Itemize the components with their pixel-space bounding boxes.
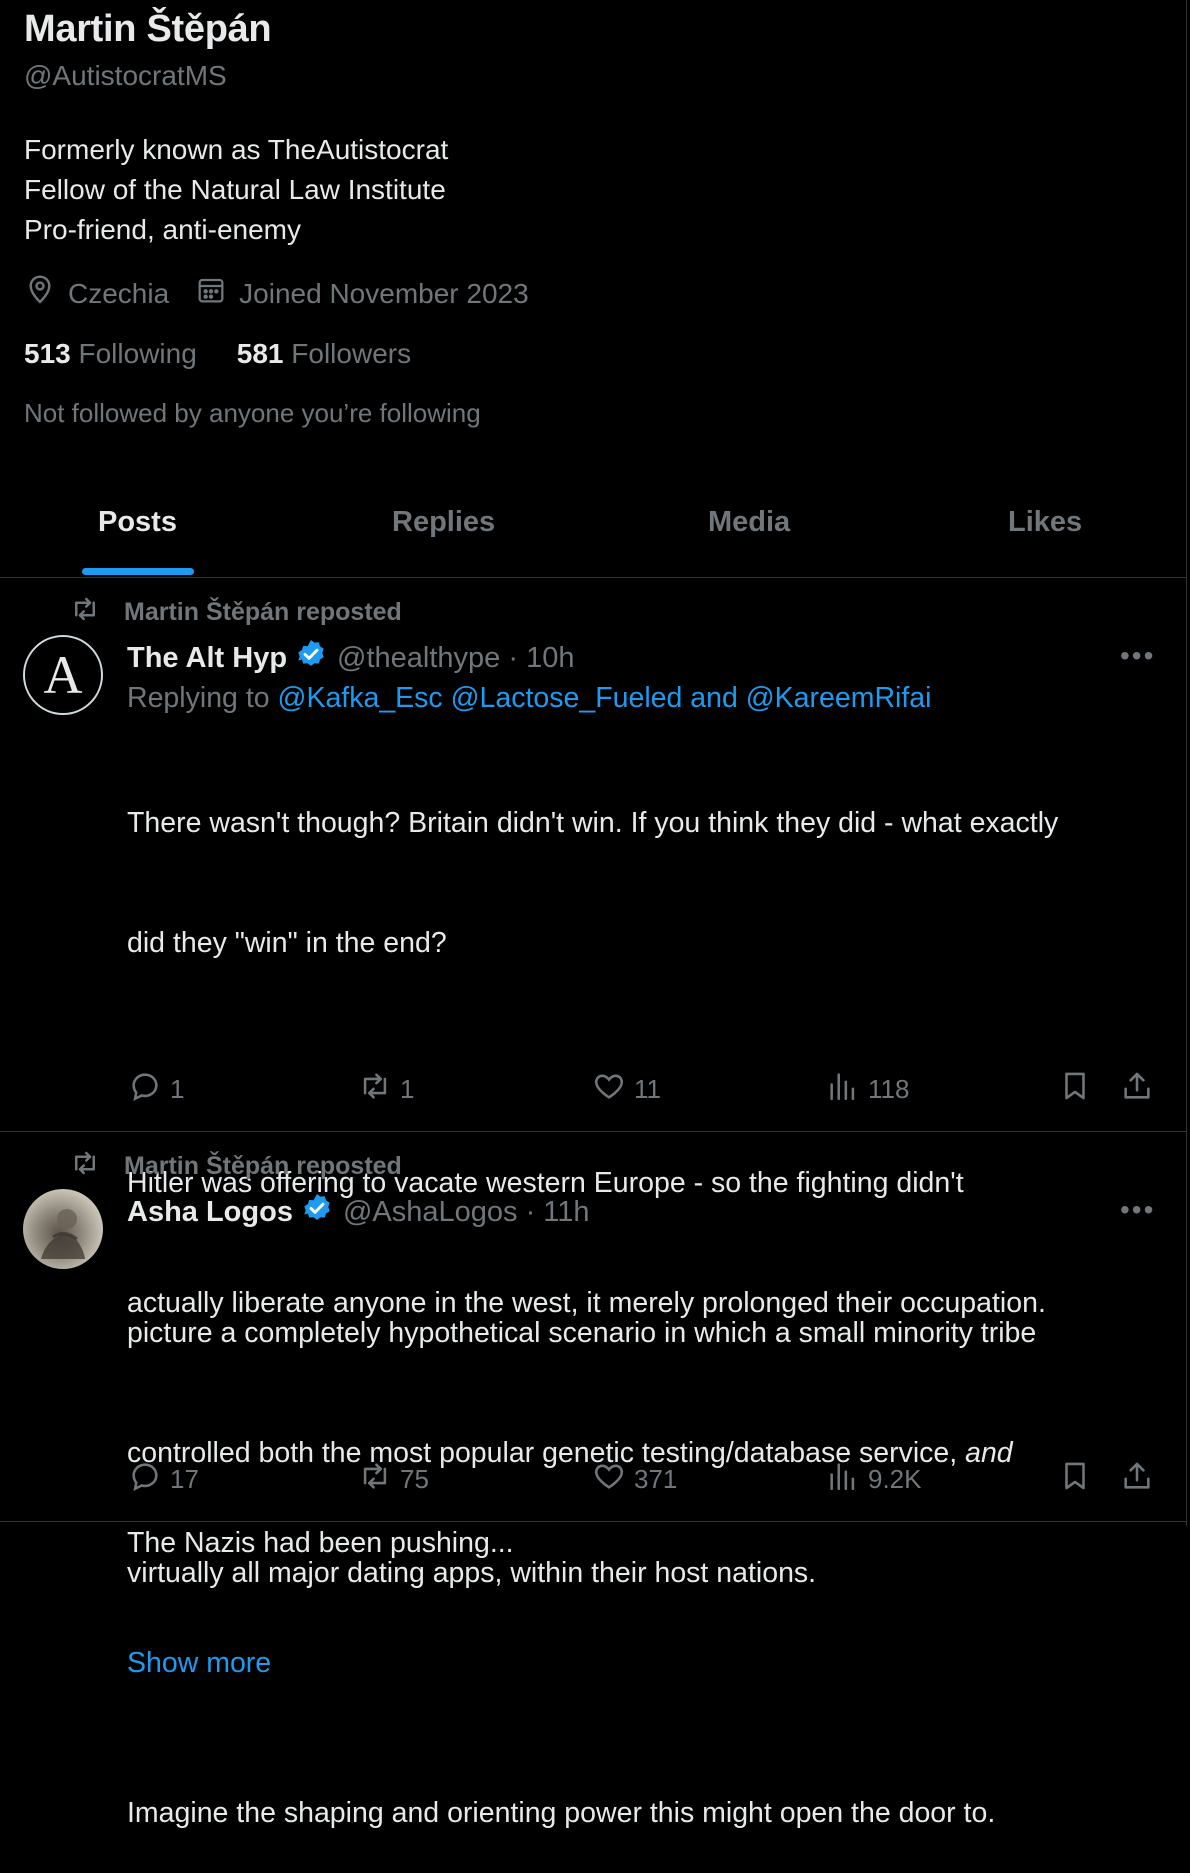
views-icon (826, 1459, 868, 1500)
post-text: picture a completely hypothetical scenar… (127, 1233, 1162, 1873)
repost-button[interactable]: 1 (358, 1069, 414, 1110)
verified-badge-icon (293, 1192, 333, 1232)
like-button[interactable]: 11 (592, 1069, 661, 1110)
followers-label: Followers (291, 338, 412, 369)
repost-context-label: Martin Štěpán reposted (124, 598, 402, 626)
follow-stats: 513 Following 581 Followers (24, 338, 411, 370)
following-count: 513 (24, 338, 71, 369)
bio-line: Formerly known as TheAutistocrat (24, 134, 449, 165)
calendar-icon (195, 274, 227, 313)
post-divider (0, 1131, 1186, 1132)
repost-count: 1 (400, 1074, 415, 1104)
like-icon (592, 1069, 634, 1110)
share-icon[interactable] (1120, 1459, 1154, 1498)
not-followed-note: Not followed by anyone you’re following (24, 398, 481, 428)
profile-joined: Joined November 2023 (239, 277, 529, 309)
profile-location: Czechia (68, 277, 170, 309)
post-text-line: Imagine the shaping and orienting power … (127, 1797, 996, 1829)
reply-icon (128, 1069, 170, 1110)
author-name[interactable]: The Alt Hyp (127, 642, 287, 675)
tabs-divider (0, 577, 1186, 578)
author-name[interactable]: Asha Logos (127, 1196, 293, 1229)
following-label: Following (78, 338, 197, 369)
profile-bio: Formerly known as TheAutistocrat Fellow … (24, 130, 448, 250)
profile-meta: Czechia Joined November 2023 (24, 274, 529, 313)
author-line: Asha Logos @AshaLogos · 11h (127, 1192, 590, 1232)
repost-button[interactable]: 75 (358, 1459, 429, 1500)
replying-prefix: Replying to (127, 682, 270, 714)
like-count: 11 (634, 1074, 661, 1104)
reply-button[interactable]: 17 (128, 1459, 199, 1500)
replying-to: Replying to @Kafka_Esc @Lactose_Fueled a… (127, 682, 931, 715)
bio-line: Pro-friend, anti-enemy (24, 214, 302, 245)
bio-line: Fellow of the Natural Law Institute (24, 174, 446, 205)
views-count: 118 (868, 1074, 910, 1104)
post-text-line: There wasn't though? Britain didn't win.… (127, 807, 1059, 839)
tab-likes[interactable]: Likes (1008, 506, 1082, 539)
views-count: 9.2K (868, 1464, 922, 1494)
repost-icon (70, 1148, 124, 1185)
views-icon (826, 1069, 868, 1110)
repost-icon (358, 1069, 400, 1110)
repost-context[interactable]: Martin Štěpán reposted (70, 594, 402, 631)
avatar-logo: A (43, 645, 83, 705)
tab-media[interactable]: Media (708, 506, 790, 539)
following-link[interactable]: 513 Following (24, 338, 197, 370)
profile-handle: @AutistocratMS (24, 60, 227, 91)
author-avatar[interactable]: A (23, 635, 103, 715)
reply-count: 17 (170, 1464, 199, 1494)
reply-count: 1 (170, 1074, 185, 1104)
post-text-line: virtually all major dating apps, within … (127, 1557, 817, 1589)
bookmark-icon[interactable] (1058, 1459, 1092, 1498)
reply-button[interactable]: 1 (128, 1069, 184, 1110)
views-button[interactable]: 118 (826, 1069, 909, 1110)
reply-icon (128, 1459, 170, 1500)
more-icon[interactable]: ••• (1120, 1194, 1155, 1226)
repost-context-label: Martin Štěpán reposted (124, 1152, 402, 1180)
replying-mentions[interactable]: @Kafka_Esc @Lactose_Fueled and @KareemRi… (278, 682, 932, 714)
post-text-line: picture a completely hypothetical scenar… (127, 1317, 1037, 1349)
profile-name: Martin Štěpán (24, 8, 272, 50)
followers-link[interactable]: 581 Followers (237, 338, 411, 370)
repost-icon (358, 1459, 400, 1500)
repost-context[interactable]: Martin Štěpán reposted (70, 1148, 402, 1185)
post-text-italic: and (965, 1437, 1013, 1469)
active-tab-indicator (82, 568, 194, 575)
like-icon (592, 1459, 634, 1500)
repost-icon (70, 594, 124, 631)
followers-count: 581 (236, 338, 284, 369)
author-handle-time[interactable]: @thealthype · 10h (337, 642, 574, 675)
verified-badge-icon (287, 638, 327, 678)
author-handle-time[interactable]: @AshaLogos · 11h (343, 1196, 590, 1229)
author-line: The Alt Hyp @thealthype · 10h (127, 638, 574, 678)
share-icon[interactable] (1120, 1069, 1154, 1108)
post-divider (0, 1521, 1186, 1522)
more-icon[interactable]: ••• (1120, 640, 1155, 672)
repost-count: 75 (400, 1464, 429, 1494)
tab-posts[interactable]: Posts (98, 506, 177, 539)
location-icon (24, 274, 56, 313)
like-button[interactable]: 371 (592, 1459, 677, 1500)
tab-replies[interactable]: Replies (392, 506, 495, 539)
views-button[interactable]: 9.2K (826, 1459, 922, 1500)
bookmark-icon[interactable] (1058, 1069, 1092, 1108)
post-text-line: did they "win" in the end? (127, 927, 447, 959)
author-avatar[interactable] (23, 1189, 103, 1269)
column-border (1186, 0, 1187, 1526)
avatar-photo (41, 1209, 85, 1259)
like-count: 371 (634, 1464, 678, 1494)
